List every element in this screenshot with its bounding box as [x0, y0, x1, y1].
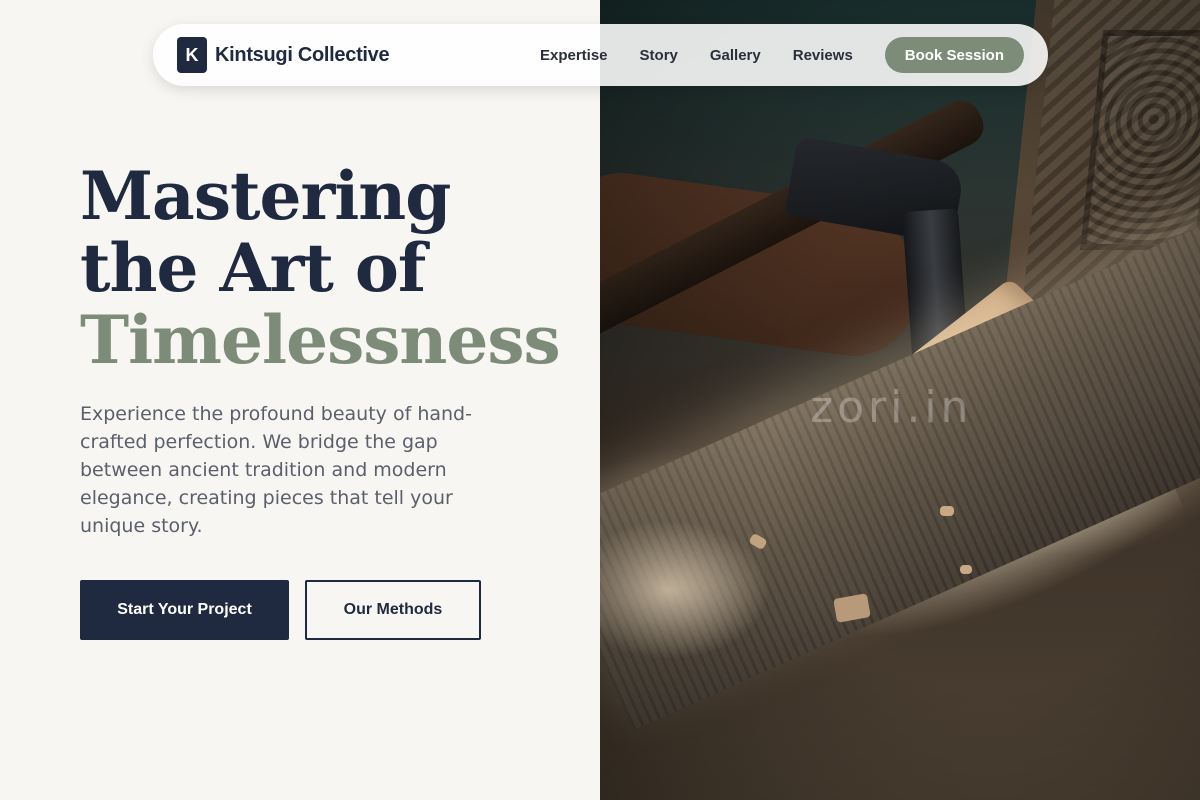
headline-line-2: the Art of	[80, 229, 426, 307]
nav-link-reviews[interactable]: Reviews	[793, 47, 853, 64]
headline-line-3: Timelessness	[80, 301, 561, 379]
nav-link-story[interactable]: Story	[640, 47, 678, 64]
hero-description: Experience the profound beauty of hand-c…	[80, 403, 472, 537]
brand-mark-icon: K	[177, 37, 207, 73]
top-navigation: K Kintsugi Collective Expertise Story Ga…	[153, 24, 1048, 86]
nav-link-gallery[interactable]: Gallery	[710, 47, 761, 64]
brand-logo[interactable]: K Kintsugi Collective	[177, 37, 390, 73]
image-watermark: zori.in	[810, 382, 973, 433]
nav-link-expertise[interactable]: Expertise	[540, 47, 608, 64]
book-session-button[interactable]: Book Session	[884, 37, 1024, 73]
our-methods-button[interactable]: Our Methods	[305, 580, 481, 640]
headline-line-1: Mastering	[80, 157, 451, 235]
hero-headline: Mastering the Art of Timelessness	[80, 157, 561, 379]
hero-image: zori.in	[600, 0, 1200, 800]
brand-name: Kintsugi Collective	[215, 43, 390, 66]
start-project-button[interactable]: Start Your Project	[80, 580, 289, 640]
nav-links: Expertise Story Gallery Reviews Book Ses…	[540, 37, 1024, 73]
